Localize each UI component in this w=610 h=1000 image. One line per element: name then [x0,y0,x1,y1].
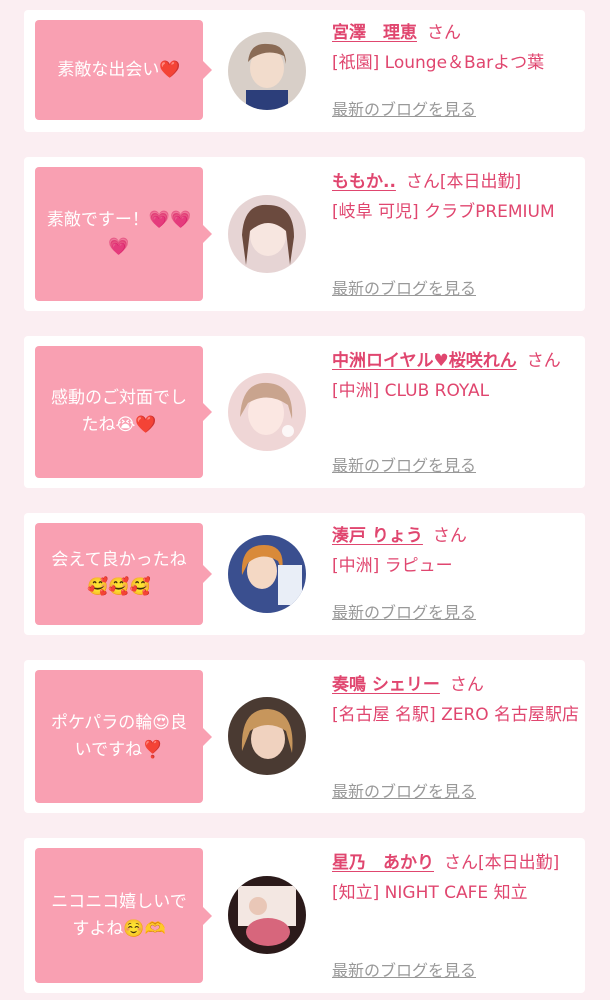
cast-name-link[interactable]: 宮澤 理恵 [332,23,417,43]
cast-info: 奏鳴 シェリー さん [名古屋 名駅] ZERO 名古屋駅店 [332,670,580,730]
message-text: 会えて良かったね🥰🥰🥰 [51,550,187,597]
message-bubble: 素敵ですー！💗💗💗 [35,167,212,301]
message-bubble: 感動のご対面でしたね😭❤️ [35,346,212,478]
cast-name-link[interactable]: 星乃 あかり [332,853,434,873]
cast-info: 宮澤 理恵 さん [祇園] Lounge＆Barよつ葉 [332,18,580,78]
avatar-photo [228,697,306,775]
avatar[interactable] [228,697,306,775]
avatar[interactable] [228,373,306,451]
message-card: 会えて良かったね🥰🥰🥰 湊戸 りょう さん [中洲] ラピュー 最新のブログを見る [24,513,585,635]
latest-blog-link[interactable]: 最新のブログを見る [332,275,476,299]
honorific: さん [449,675,484,695]
honorific: さん [526,351,561,371]
honorific: さん [444,853,478,873]
message-text: 素敵な出会い❤️ [57,59,181,80]
latest-blog-link[interactable]: 最新のブログを見る [332,599,476,623]
cast-info: ももか.. さん[本日出勤] [岐阜 可児] クラブPREMIUM [332,167,580,227]
cast-name-link[interactable]: 中洲ロイヤル♥桜咲れん [332,351,517,371]
cast-info: 湊戸 りょう さん [中洲] ラピュー [332,521,580,581]
cast-info: 星乃 あかり さん[本日出勤] [知立] NIGHT CAFE 知立 [332,848,580,908]
message-bubble: 会えて良かったね🥰🥰🥰 [35,523,212,625]
avatar[interactable] [228,535,306,613]
avatar[interactable] [228,32,306,110]
message-card: ニコニコ嬉しいですよね☺️🫶 星乃 あかり さん[本日出勤] [知立] NIGHT… [24,838,585,993]
avatar[interactable] [228,195,306,273]
today-tag: [本日出勤] [439,172,522,192]
avatar-photo [228,195,306,273]
avatar-photo [228,373,306,451]
shop-name: [名古屋 名駅] ZERO 名古屋駅店 [332,705,580,725]
cast-name-link[interactable]: 湊戸 りょう [332,526,423,546]
avatar-photo [228,876,306,954]
shop-name: [祇園] Lounge＆Barよつ葉 [332,53,545,73]
message-text: 素敵ですー！💗💗💗 [46,210,192,257]
today-tag: [本日出勤] [478,853,560,873]
message-text: ポケパラの輪😍良いですね❣️ [50,712,188,760]
latest-blog-link[interactable]: 最新のブログを見る [332,778,476,802]
honorific: さん [432,526,467,546]
message-card: 素敵ですー！💗💗💗 ももか.. さん[本日出勤] [岐阜 可児] クラブPREMI… [24,157,585,311]
avatar-photo [228,32,306,110]
message-bubble: ポケパラの輪😍良いですね❣️ [35,670,212,803]
message-text: ニコニコ嬉しいですよね☺️🫶 [51,891,187,939]
honorific: さん [427,23,461,43]
message-bubble: ニコニコ嬉しいですよね☺️🫶 [35,848,212,983]
honorific: さん [405,172,440,192]
shop-name: [知立] NIGHT CAFE 知立 [332,883,528,903]
avatar-photo [228,535,306,613]
message-card: 感動のご対面でしたね😭❤️ 中洲ロイヤル♥桜咲れん さん [中洲] CLUB RO… [24,336,585,488]
cast-name-link[interactable]: 奏鳴 シェリー [332,675,440,695]
message-text: 感動のご対面でしたね😭❤️ [51,388,187,435]
message-card: ポケパラの輪😍良いですね❣️ 奏鳴 シェリー さん [名古屋 名駅] ZERO 名… [24,660,585,813]
shop-name: [岐阜 可児] クラブPREMIUM [332,202,555,222]
shop-name: [中洲] CLUB ROYAL [332,381,490,401]
avatar[interactable] [228,876,306,954]
cast-info: 中洲ロイヤル♥桜咲れん さん [中洲] CLUB ROYAL [332,346,580,406]
message-card: 素敵な出会い❤️ 宮澤 理恵 さん [祇園] Lounge＆Barよつ葉 最新のブ… [24,10,585,132]
latest-blog-link[interactable]: 最新のブログを見る [332,957,476,981]
shop-name: [中洲] ラピュー [332,556,453,576]
latest-blog-link[interactable]: 最新のブログを見る [332,96,476,120]
message-bubble: 素敵な出会い❤️ [35,20,212,120]
latest-blog-link[interactable]: 最新のブログを見る [332,452,476,476]
cast-name-link[interactable]: ももか.. [332,172,396,192]
